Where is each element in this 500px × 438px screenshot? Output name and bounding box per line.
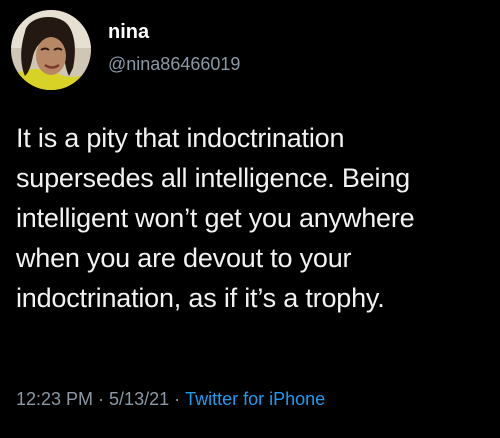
tweet-text-line: intelligent won’t get you anywhere (16, 203, 415, 233)
tweet-card: nina @nina86466019 It is a pity that ind… (0, 0, 500, 438)
profile-photo-icon (11, 10, 91, 90)
metadata-separator: · (174, 389, 181, 409)
metadata-separator: · (98, 389, 105, 409)
display-name[interactable]: nina (108, 20, 149, 44)
tweet-text-line: indoctrination, as if it’s a trophy. (16, 283, 385, 313)
avatar[interactable] (11, 10, 91, 90)
user-handle[interactable]: @nina86466019 (108, 53, 240, 75)
tweet-text-line: when you are devout to your (16, 243, 352, 273)
tweet-text-line: It is a pity that indoctrination (16, 123, 345, 153)
tweet-metadata: 12:23 PM · 5/13/21 · Twitter for iPhone (16, 387, 325, 411)
tweet-source-link[interactable]: Twitter for iPhone (185, 389, 325, 409)
tweet-text: It is a pity that indoctrination superse… (16, 118, 490, 318)
tweet-text-line: supersedes all intelligence. Being (16, 163, 410, 193)
tweet-time[interactable]: 12:23 PM (16, 389, 93, 409)
tweet-date[interactable]: 5/13/21 (109, 389, 169, 409)
